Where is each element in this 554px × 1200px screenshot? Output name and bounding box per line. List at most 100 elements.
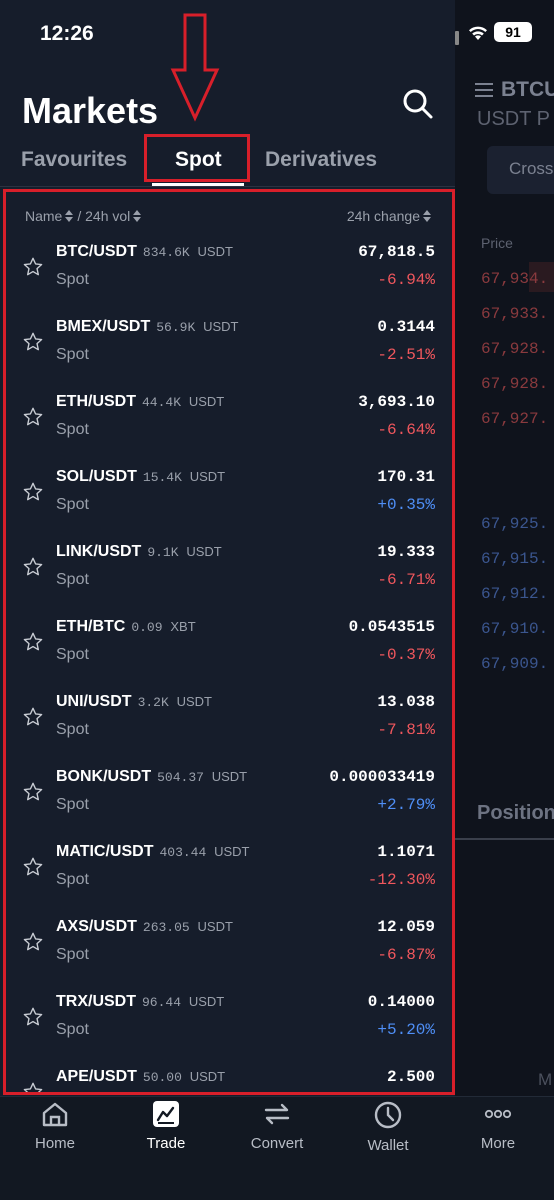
sort-name[interactable]: Name bbox=[25, 208, 77, 224]
market-type: Spot bbox=[56, 571, 89, 588]
pair-volume: 9.1K USDT bbox=[147, 544, 221, 560]
positions-tab: Position bbox=[477, 802, 554, 824]
nav-more-label: More bbox=[480, 1135, 516, 1152]
margin-mode-button: Cross bbox=[487, 146, 554, 194]
pair-symbol: APE/USDT bbox=[56, 1068, 137, 1085]
change-percent: -6.71% bbox=[377, 571, 435, 589]
market-row[interactable]: LINK/USDT 9.1K USDT Spot 19.333 -6.71% bbox=[6, 534, 452, 609]
bottom-nav: Home Trade Convert Wallet More bbox=[0, 1096, 554, 1200]
pair-name: LINK/USDT 9.1K USDT bbox=[56, 543, 222, 561]
star-icon[interactable] bbox=[22, 706, 44, 728]
pair-name: SOL/USDT 15.4K USDT bbox=[56, 468, 225, 486]
pair-volume: 0.09 XBT bbox=[131, 619, 196, 635]
orderbook-bid: 67,909. bbox=[481, 655, 549, 673]
change-percent: -6.87% bbox=[377, 946, 435, 964]
pair-name: ETH/BTC 0.09 XBT bbox=[56, 618, 196, 636]
volume-unit: USDT bbox=[197, 244, 233, 259]
volume-value: 44.4K bbox=[142, 395, 182, 410]
change-percent: -7.81% bbox=[377, 721, 435, 739]
wallet-icon bbox=[374, 1101, 402, 1129]
star-icon[interactable] bbox=[22, 406, 44, 428]
nav-trade[interactable]: Trade bbox=[116, 1101, 216, 1152]
tab-favourites[interactable]: Favourites bbox=[21, 148, 127, 172]
volume-value: 50.00 bbox=[142, 1070, 182, 1085]
orderbook-bid: 67,915. bbox=[481, 550, 549, 568]
volume-unit: XBT bbox=[170, 619, 196, 634]
menu-icon bbox=[475, 79, 493, 101]
market-row[interactable]: MATIC/USDT 403.44 USDT Spot 1.1071 -12.30% bbox=[6, 834, 452, 909]
volume-value: 15.4K bbox=[142, 470, 182, 485]
list-header: Name / 24h vol 24h change bbox=[25, 208, 435, 224]
last-price: 3,693.10 bbox=[358, 393, 435, 411]
volume-value: 9.1K bbox=[147, 545, 179, 560]
pair-name: BONK/USDT 504.37 USDT bbox=[56, 768, 247, 786]
volume-unit: USDT bbox=[203, 319, 239, 334]
market-type: Spot bbox=[56, 346, 89, 363]
pair-symbol: ETH/BTC bbox=[56, 618, 126, 635]
last-price: 0.14000 bbox=[367, 993, 435, 1011]
star-icon[interactable] bbox=[22, 631, 44, 653]
last-price: 67,818.5 bbox=[358, 243, 435, 261]
star-icon[interactable] bbox=[22, 1081, 44, 1095]
market-row[interactable]: UNI/USDT 3.2K USDT Spot 13.038 -7.81% bbox=[6, 684, 452, 759]
market-row[interactable]: ETH/USDT 44.4K USDT Spot 3,693.10 -6.64% bbox=[6, 384, 452, 459]
tab-derivatives[interactable]: Derivatives bbox=[265, 148, 377, 172]
star-icon[interactable] bbox=[22, 781, 44, 803]
star-icon[interactable] bbox=[22, 931, 44, 953]
markets-list: Name / 24h vol 24h change BTC/USDT 834.6K … bbox=[3, 189, 455, 1095]
nav-convert[interactable]: Convert bbox=[227, 1101, 327, 1152]
orderbook-ask: 67,928. bbox=[481, 340, 549, 358]
star-icon[interactable] bbox=[22, 1006, 44, 1028]
sort-change[interactable]: 24h change bbox=[347, 208, 435, 224]
volume-unit: USDT bbox=[197, 919, 233, 934]
market-row[interactable]: BONK/USDT 504.37 USDT Spot 0.000033419 +2.79… bbox=[6, 759, 452, 834]
background-trade-screen: BTCU USDT P Cross Price 67,934. 67,933. … bbox=[455, 0, 554, 1100]
pair-symbol: AXS/USDT bbox=[56, 918, 137, 935]
nav-convert-label: Convert bbox=[250, 1135, 304, 1152]
pair-symbol: UNI/USDT bbox=[56, 693, 132, 710]
last-price: 170.31 bbox=[377, 468, 435, 486]
nav-more[interactable]: More bbox=[448, 1101, 548, 1152]
star-icon[interactable] bbox=[22, 481, 44, 503]
pair-symbol: MATIC/USDT bbox=[56, 843, 154, 860]
last-price: 1.1071 bbox=[377, 843, 435, 861]
last-price: 19.333 bbox=[377, 543, 435, 561]
nav-home[interactable]: Home bbox=[5, 1101, 105, 1152]
pair-name: MATIC/USDT 403.44 USDT bbox=[56, 843, 249, 861]
orderbook-bid: 67,925. bbox=[481, 515, 549, 533]
market-row[interactable]: BMEX/USDT 56.9K USDT Spot 0.3144 -2.51% bbox=[6, 309, 452, 384]
nav-wallet[interactable]: Wallet bbox=[338, 1101, 438, 1154]
pair-name: BMEX/USDT 56.9K USDT bbox=[56, 318, 238, 336]
star-icon[interactable] bbox=[22, 331, 44, 353]
market-row[interactable]: BTC/USDT 834.6K USDT Spot 67,818.5 -6.94% bbox=[6, 234, 452, 309]
pair-name: ETH/USDT 44.4K USDT bbox=[56, 393, 224, 411]
home-icon bbox=[42, 1102, 68, 1127]
market-type: Spot bbox=[56, 796, 89, 813]
search-icon[interactable] bbox=[402, 88, 434, 120]
change-percent: -0.37% bbox=[377, 646, 435, 664]
pair-symbol: BMEX/USDT bbox=[56, 318, 151, 335]
nav-trade-label: Trade bbox=[146, 1135, 186, 1152]
star-icon[interactable] bbox=[22, 856, 44, 878]
tabs-divider bbox=[0, 186, 455, 187]
last-price: 12.059 bbox=[377, 918, 435, 936]
star-icon[interactable] bbox=[22, 256, 44, 278]
volume-value: 96.44 bbox=[142, 995, 182, 1010]
market-type: Spot bbox=[56, 421, 89, 438]
market-row[interactable]: ETH/BTC 0.09 XBT Spot 0.0543515 -0.37% bbox=[6, 609, 452, 684]
sort-volume[interactable]: / 24h vol bbox=[77, 208, 145, 224]
market-row[interactable]: SOL/USDT 15.4K USDT Spot 170.31 +0.35% bbox=[6, 459, 452, 534]
background-partial-text: M bbox=[538, 1070, 553, 1089]
change-percent: -6.64% bbox=[377, 421, 435, 439]
nav-home-label: Home bbox=[34, 1135, 75, 1152]
market-type: Spot bbox=[56, 871, 89, 888]
market-row[interactable]: AXS/USDT 263.05 USDT Spot 12.059 -6.87% bbox=[6, 909, 452, 984]
pair-name: TRX/USDT 96.44 USDT bbox=[56, 993, 224, 1011]
market-row[interactable]: APE/USDT50.00 USDTSpot2.500 bbox=[6, 1059, 452, 1095]
volume-unit: USDT bbox=[176, 694, 212, 709]
volume-unit: USDT bbox=[211, 769, 248, 784]
star-icon[interactable] bbox=[22, 556, 44, 578]
last-price: 2.500 bbox=[386, 1068, 435, 1086]
market-row[interactable]: TRX/USDT 96.44 USDT Spot 0.14000 +5.20% bbox=[6, 984, 452, 1059]
volume-value: 504.37 bbox=[157, 770, 204, 785]
